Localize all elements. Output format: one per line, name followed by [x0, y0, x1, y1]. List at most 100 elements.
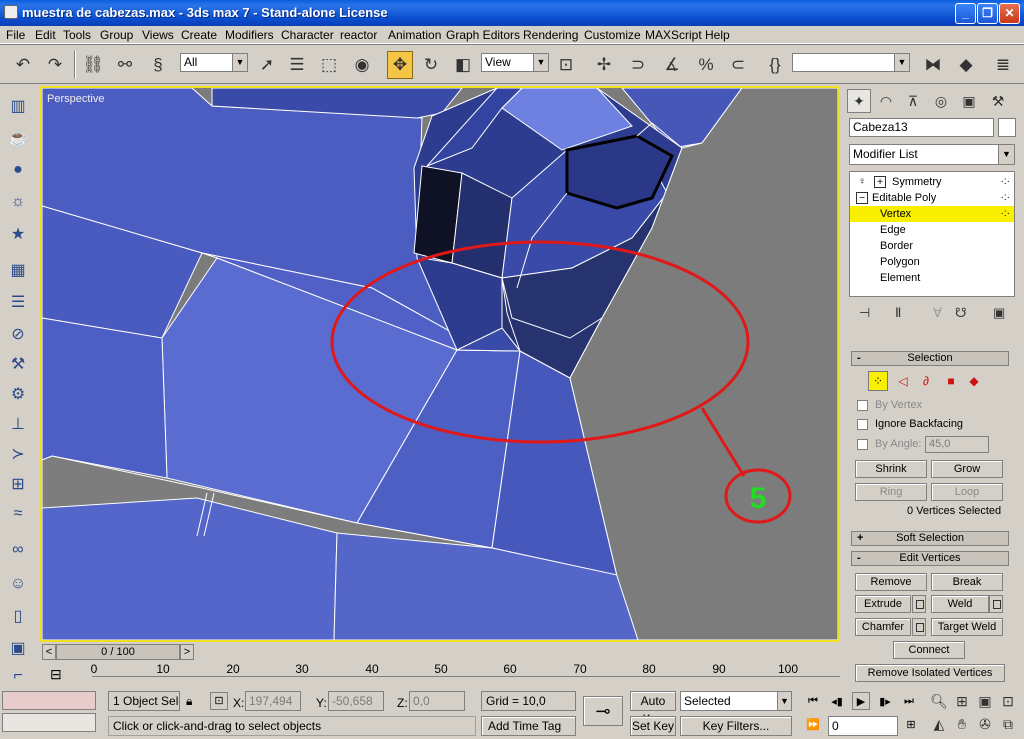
modifier-list-dropdown[interactable]: Modifier List ▼: [849, 144, 1015, 165]
time-slider-frame[interactable]: 0 / 100: [56, 644, 180, 660]
lock-icon[interactable]: 🔒︎: [186, 694, 192, 709]
knot-icon[interactable]: ∞: [5, 537, 31, 563]
zoom-extents-all-icon[interactable]: ⊡: [997, 690, 1019, 712]
menu-group[interactable]: Group: [100, 28, 133, 42]
cylinder-stack-icon[interactable]: ☰: [5, 289, 31, 315]
time-slider-prev-icon[interactable]: <: [42, 644, 56, 660]
expand-icon[interactable]: +: [874, 176, 886, 188]
wave-icon[interactable]: ≈: [5, 501, 31, 527]
edge-mode-icon[interactable]: ◁: [893, 371, 913, 391]
key-mode-toggle-icon[interactable]: ⏩: [804, 715, 822, 733]
window-crossing-icon[interactable]: ◉: [349, 51, 375, 79]
y-coordinate-field[interactable]: -50,658: [328, 691, 384, 711]
gear-icon[interactable]: ⚙: [5, 381, 31, 407]
key-mode-dropdown[interactable]: Selected ▼: [680, 691, 792, 711]
maximize-viewport-icon[interactable]: ⧉: [997, 713, 1019, 735]
pan-icon[interactable]: ✋︎: [951, 713, 973, 735]
create-tab-icon[interactable]: ✦: [847, 89, 871, 113]
perspective-viewport[interactable]: 5 Perspective: [40, 86, 840, 642]
stairs-icon[interactable]: ⌐: [5, 663, 31, 689]
show-end-result-icon[interactable]: Ⅱ: [895, 305, 901, 321]
pin-icon[interactable]: ⊥: [5, 411, 31, 437]
menu-animation[interactable]: Animation: [388, 28, 441, 42]
menu-modifiers[interactable]: Modifiers: [225, 28, 274, 42]
maxscript-listener-field[interactable]: [2, 691, 96, 710]
border-mode-icon[interactable]: ∂: [916, 371, 936, 391]
undo-icon[interactable]: ↶: [10, 51, 36, 79]
weld-settings-icon[interactable]: [989, 595, 1003, 613]
soft-selection-rollout-header[interactable]: + Soft Selection: [851, 531, 1009, 546]
time-slider[interactable]: < 0 / 100 >: [40, 643, 840, 661]
key-filters-button[interactable]: Key Filters...: [680, 716, 792, 736]
pin-stack-icon[interactable]: ⊣: [859, 305, 870, 321]
play-icon[interactable]: ▶: [852, 692, 870, 710]
menu-character[interactable]: Character: [281, 28, 334, 42]
stack-item-polygon[interactable]: Polygon: [850, 254, 1014, 270]
mirror-icon[interactable]: ⧓: [920, 51, 946, 79]
motion-tab-icon[interactable]: ◎: [929, 89, 953, 113]
menu-maxscript[interactable]: MAXScript: [645, 28, 702, 42]
menu-views[interactable]: Views: [142, 28, 174, 42]
reference-coord-dropdown[interactable]: View ▼: [481, 53, 549, 72]
remove-isolated-vertices-button[interactable]: Remove Isolated Vertices: [855, 664, 1005, 682]
menu-rendering[interactable]: Rendering: [523, 28, 578, 42]
cloth-icon[interactable]: ⊞: [5, 471, 31, 497]
go-to-start-icon[interactable]: ⏮: [804, 692, 822, 710]
grow-button[interactable]: Grow: [931, 460, 1003, 478]
make-unique-icon[interactable]: ∀: [933, 305, 942, 321]
set-key-button[interactable]: Set Key: [630, 716, 676, 736]
selection-rollout-header[interactable]: - Selection: [851, 351, 1009, 366]
menu-tools[interactable]: Tools: [63, 28, 91, 42]
configure-sets-icon[interactable]: ▣: [993, 305, 1005, 321]
set-key-mode-icon[interactable]: ⊸: [583, 696, 623, 726]
menu-file[interactable]: File: [6, 28, 25, 42]
named-selection-dropdown[interactable]: ▼: [792, 53, 910, 72]
menu-create[interactable]: Create: [181, 28, 217, 42]
manipulate-icon[interactable]: ✢: [591, 51, 617, 79]
close-button[interactable]: ✕: [999, 3, 1020, 24]
remove-modifier-icon[interactable]: ☋: [955, 305, 967, 321]
remove-button[interactable]: Remove: [855, 573, 927, 591]
current-frame-field[interactable]: 0: [828, 716, 898, 736]
by-vertex-checkbox[interactable]: [857, 400, 868, 411]
select-and-move-icon[interactable]: ✥: [387, 51, 413, 79]
selection-filter-dropdown[interactable]: All ▼: [180, 53, 248, 72]
next-frame-icon[interactable]: ▮▸: [876, 692, 894, 710]
stack-item-edge[interactable]: Edge: [850, 222, 1014, 238]
connect-button[interactable]: Connect: [893, 641, 965, 659]
viewport-label[interactable]: Perspective: [47, 93, 104, 105]
rectangular-selection-icon[interactable]: ⬚: [316, 51, 342, 79]
vertex-mode-icon[interactable]: ⁘: [868, 371, 888, 391]
modify-tab-icon[interactable]: ◠: [874, 89, 898, 113]
bind-to-space-warp-icon[interactable]: §: [145, 51, 171, 79]
display-tab-icon[interactable]: ▣: [957, 89, 981, 113]
spinner-snap-icon[interactable]: ⊂: [725, 51, 751, 79]
auto-key-button[interactable]: Auto Key: [630, 691, 676, 726]
select-object-icon[interactable]: ➚: [254, 51, 280, 79]
add-time-tag-button[interactable]: Add Time Tag: [481, 716, 576, 736]
track-bar[interactable]: ⊟ 0 10 20 30 40 50 60 70 80 90 100: [40, 662, 840, 687]
time-configuration-icon[interactable]: ⊞: [902, 715, 920, 733]
light-icon[interactable]: ☼: [5, 189, 31, 215]
x-coordinate-field[interactable]: 197,494: [245, 691, 301, 711]
absolute-mode-icon[interactable]: ⊡: [210, 692, 228, 710]
wrench-icon[interactable]: ⚒: [5, 351, 31, 377]
bars-icon[interactable]: ▥: [5, 93, 31, 119]
zoom-icon[interactable]: 🔍︎: [928, 690, 950, 712]
chamfer-button[interactable]: Chamfer: [855, 618, 911, 636]
stack-item-element[interactable]: Element: [850, 270, 1014, 286]
stack-item-editable-poly[interactable]: − Editable Poly ·:·: [850, 190, 1014, 206]
chamfer-settings-icon[interactable]: [912, 618, 926, 636]
zoom-all-icon[interactable]: ⊞: [951, 690, 973, 712]
camera-icon[interactable]: ▣: [5, 635, 31, 661]
element-mode-icon[interactable]: ◆: [964, 371, 984, 391]
maximize-button[interactable]: ❐: [977, 3, 998, 24]
minimize-button[interactable]: _: [955, 3, 976, 24]
by-angle-spinner[interactable]: 45,0: [925, 436, 989, 453]
collapse-icon[interactable]: −: [856, 192, 868, 204]
menu-edit[interactable]: Edit: [35, 28, 56, 42]
go-to-end-icon[interactable]: ⏭: [900, 692, 918, 710]
edit-named-selection-icon[interactable]: {}: [762, 51, 788, 79]
fish-icon[interactable]: ≻: [5, 441, 31, 467]
door-icon[interactable]: ▯: [5, 603, 31, 629]
